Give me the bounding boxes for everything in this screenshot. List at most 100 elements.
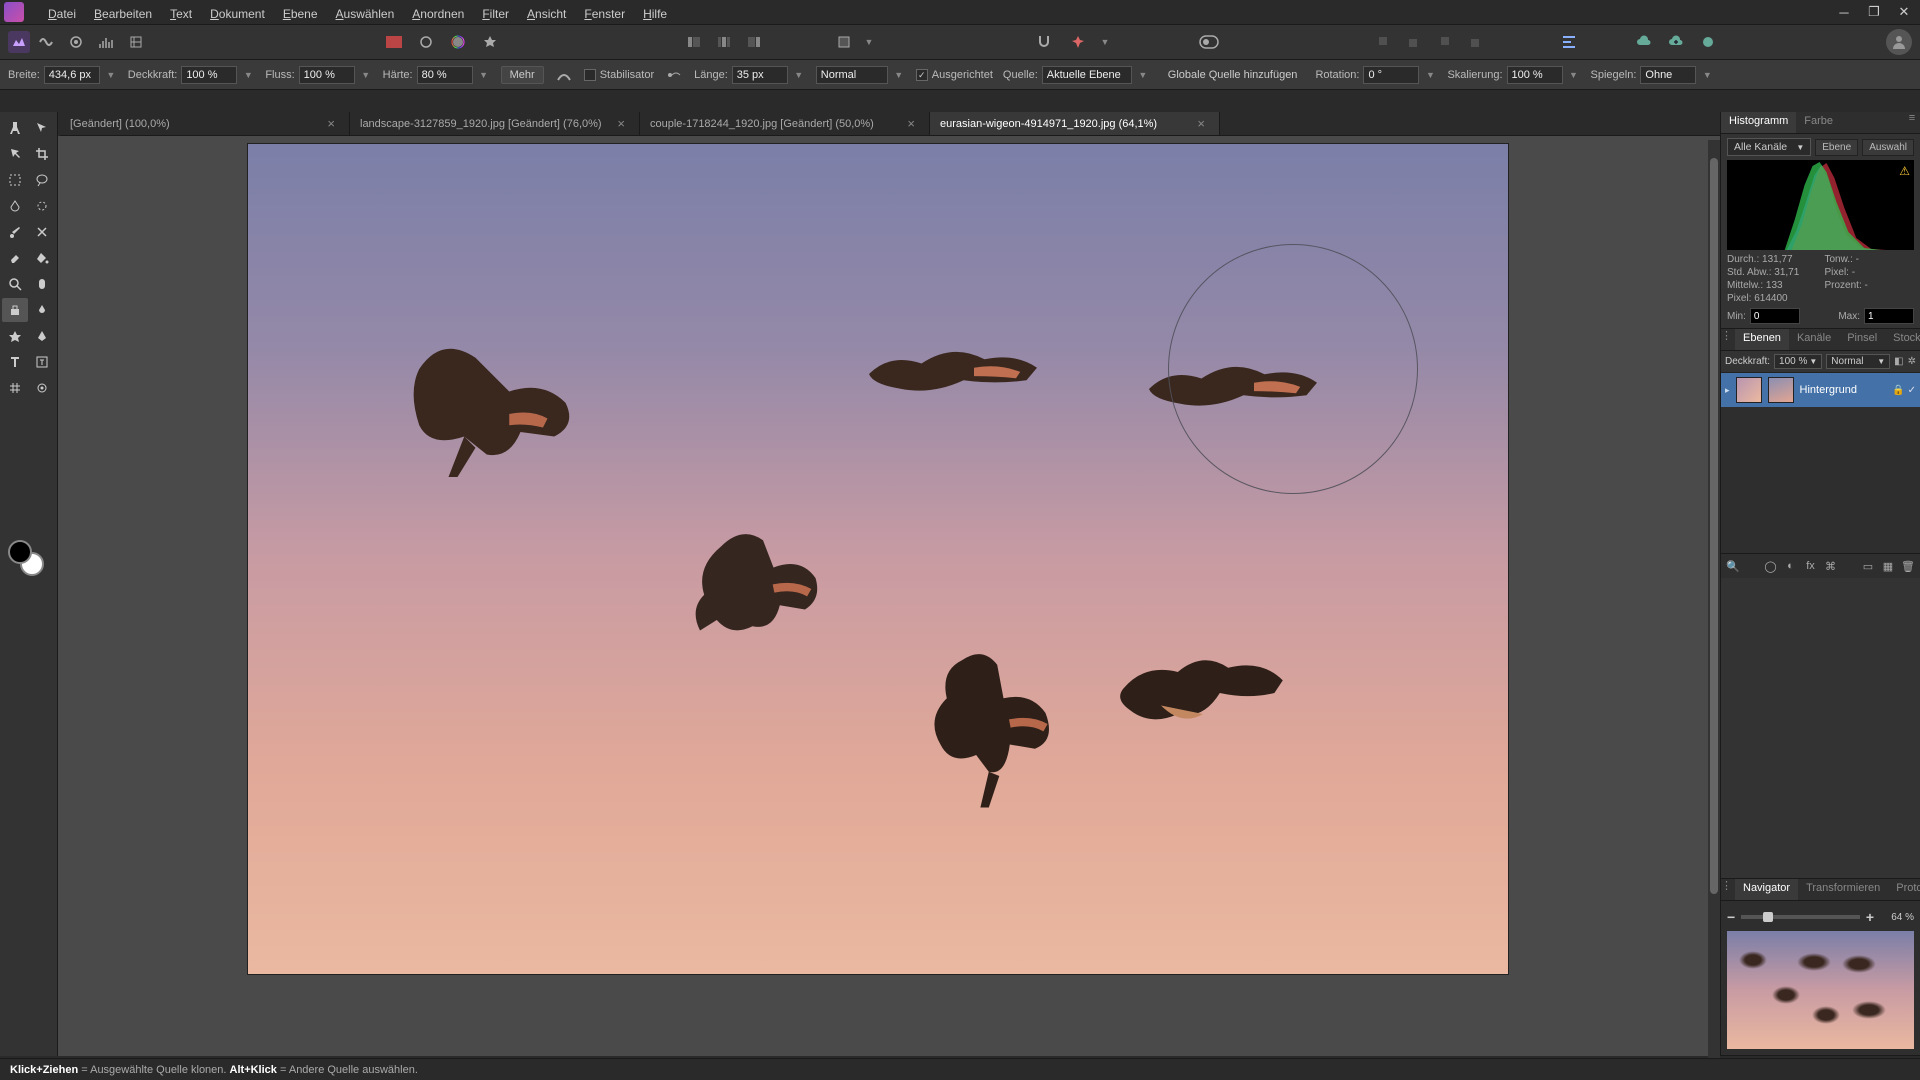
aligned-checkbox[interactable] — [916, 69, 928, 81]
blend-mode-select[interactable] — [816, 66, 888, 84]
persona-photo[interactable] — [8, 31, 30, 53]
marquee-tool[interactable] — [2, 168, 28, 192]
layer-opacity-select[interactable]: 100 %▼ — [1774, 354, 1822, 369]
opacity-input[interactable] — [181, 66, 237, 84]
stabilizer-checkbox[interactable] — [584, 69, 596, 81]
live-filter-icon[interactable]: ⌘ — [1823, 558, 1839, 574]
tab-layers[interactable]: Ebenen — [1735, 329, 1789, 350]
layer-row-background[interactable]: ▸ Hintergrund 🔒✓ — [1721, 373, 1920, 407]
tab-close-icon[interactable]: × — [903, 116, 919, 131]
arrange-left-icon[interactable] — [680, 28, 708, 56]
color-swatches[interactable] — [8, 540, 44, 576]
opacity-dropdown[interactable]: ▼ — [241, 67, 255, 83]
layer-lock-icon[interactable]: 🔒 — [1892, 385, 1904, 396]
add-global-source[interactable]: Globale Quelle hinzufügen — [1160, 67, 1306, 83]
move-tool[interactable] — [30, 116, 56, 140]
arrange-center-icon[interactable] — [710, 28, 738, 56]
nav-collapse-icon[interactable]: ⋮⋮ — [1721, 879, 1735, 900]
dodge-tool[interactable] — [30, 272, 56, 296]
menu-ansicht[interactable]: Ansicht — [519, 5, 574, 23]
hardness-input[interactable] — [417, 66, 473, 84]
persona-export[interactable] — [122, 28, 150, 56]
canvas-scroll-vertical[interactable] — [1708, 140, 1720, 1060]
assistant-icon[interactable] — [1064, 28, 1092, 56]
length-input[interactable] — [732, 66, 788, 84]
arrange-right-icon[interactable] — [740, 28, 768, 56]
eyedropper-tool[interactable] — [30, 376, 56, 400]
document-tab-2[interactable]: couple-1718244_1920.jpg [Geändert] (50,0… — [640, 112, 930, 135]
add-layer-icon[interactable]: ▦ — [1880, 558, 1896, 574]
tab-color[interactable]: Farbe — [1796, 112, 1841, 133]
more-button[interactable]: Mehr — [501, 66, 544, 84]
blur-tool[interactable] — [30, 298, 56, 322]
document-tab-3[interactable]: eurasian-wigeon-4914971_1920.jpg (64,1%)… — [930, 112, 1220, 135]
tab-close-icon[interactable]: × — [1193, 116, 1209, 131]
tab-close-icon[interactable]: × — [323, 116, 339, 131]
layers-collapse-icon[interactable]: ⋮⋮ — [1721, 329, 1735, 350]
layer-cog-icon[interactable]: ✲ — [1908, 356, 1916, 367]
menu-ebene[interactable]: Ebene — [275, 5, 326, 23]
menu-anordnen[interactable]: Anordnen — [404, 5, 472, 23]
align-panel-icon[interactable] — [1555, 28, 1583, 56]
flood-select-tool[interactable] — [2, 194, 28, 218]
clone-tool[interactable] — [2, 298, 28, 322]
rotation-dropdown[interactable]: ▼ — [1423, 67, 1437, 83]
zoom-in-icon[interactable]: + — [1866, 909, 1874, 925]
source-select[interactable] — [1042, 66, 1132, 84]
paint-brush-tool[interactable] — [2, 220, 28, 244]
flow-dropdown[interactable]: ▼ — [359, 67, 373, 83]
crop-tool[interactable] — [30, 142, 56, 166]
target-dropdown[interactable]: ▼ — [862, 34, 876, 50]
histogram-warning-icon[interactable]: ⚠ — [1899, 164, 1910, 178]
auto-contrast-icon[interactable] — [476, 28, 504, 56]
layer-name[interactable]: Hintergrund — [1800, 384, 1887, 396]
color-wheel-icon[interactable] — [444, 28, 472, 56]
adjustment-icon[interactable]: ◐ — [1783, 558, 1799, 574]
group-icon[interactable]: ▭ — [1860, 558, 1876, 574]
brush-select-tool[interactable] — [30, 194, 56, 218]
source-dropdown[interactable]: ▼ — [1136, 67, 1150, 83]
persona-develop[interactable] — [62, 28, 90, 56]
layer-visible-icon[interactable]: ✓ — [1908, 385, 1916, 396]
menu-bearbeiten[interactable]: Bearbeiten — [86, 5, 160, 23]
delete-layer-icon[interactable]: 🗑 — [1900, 558, 1916, 574]
tab-history[interactable]: Protokoll — [1888, 879, 1920, 900]
tab-stock[interactable]: Stock — [1885, 329, 1920, 350]
cloud-sync-icon[interactable] — [1630, 28, 1658, 56]
shape-tool[interactable] — [2, 324, 28, 348]
selection-tool[interactable] — [2, 142, 28, 166]
tab-histogram[interactable]: Histogramm — [1721, 112, 1796, 133]
menu-hilfe[interactable]: Hilfe — [635, 5, 675, 23]
order-forward-icon[interactable] — [1430, 28, 1458, 56]
color-replace-tool[interactable] — [30, 220, 56, 244]
tab-navigator[interactable]: Navigator — [1735, 879, 1798, 900]
zoom-slider[interactable] — [1741, 915, 1860, 919]
menu-text[interactable]: Text — [162, 5, 200, 23]
pen-tool[interactable] — [30, 324, 56, 348]
max-input[interactable] — [1864, 308, 1914, 324]
layer-blend-select[interactable]: Normal▼ — [1826, 354, 1890, 369]
hardness-dropdown[interactable]: ▼ — [477, 67, 491, 83]
tab-channels[interactable]: Kanäle — [1789, 329, 1839, 350]
pressure-size-icon[interactable] — [554, 65, 574, 85]
user-avatar[interactable] — [1886, 29, 1912, 55]
order-backward-icon[interactable] — [1400, 28, 1428, 56]
erase-tool[interactable] — [2, 246, 28, 270]
tab-brushes[interactable]: Pinsel — [1839, 329, 1885, 350]
foreground-color[interactable] — [8, 540, 32, 564]
min-input[interactable] — [1750, 308, 1800, 324]
flow-input[interactable] — [299, 66, 355, 84]
canvas-viewport[interactable] — [58, 136, 1720, 1056]
order-front-icon[interactable] — [1460, 28, 1488, 56]
channel-select[interactable]: Alle Kanäle▼ — [1727, 138, 1811, 156]
snap-toggle-icon[interactable] — [1030, 28, 1058, 56]
cloud-share-icon[interactable] — [1694, 28, 1722, 56]
scale-input[interactable] — [1507, 66, 1563, 84]
fx-icon[interactable]: fx — [1803, 558, 1819, 574]
document-tab-1[interactable]: landscape-3127859_1920.jpg [Geändert] (7… — [350, 112, 640, 135]
lasso-tool[interactable] — [30, 168, 56, 192]
document-tab-0[interactable]: [Geändert] (100,0%)× — [60, 112, 350, 135]
persona-liquify[interactable] — [32, 28, 60, 56]
menu-datei[interactable]: Datei — [40, 5, 84, 23]
menu-fenster[interactable]: Fenster — [576, 5, 633, 23]
